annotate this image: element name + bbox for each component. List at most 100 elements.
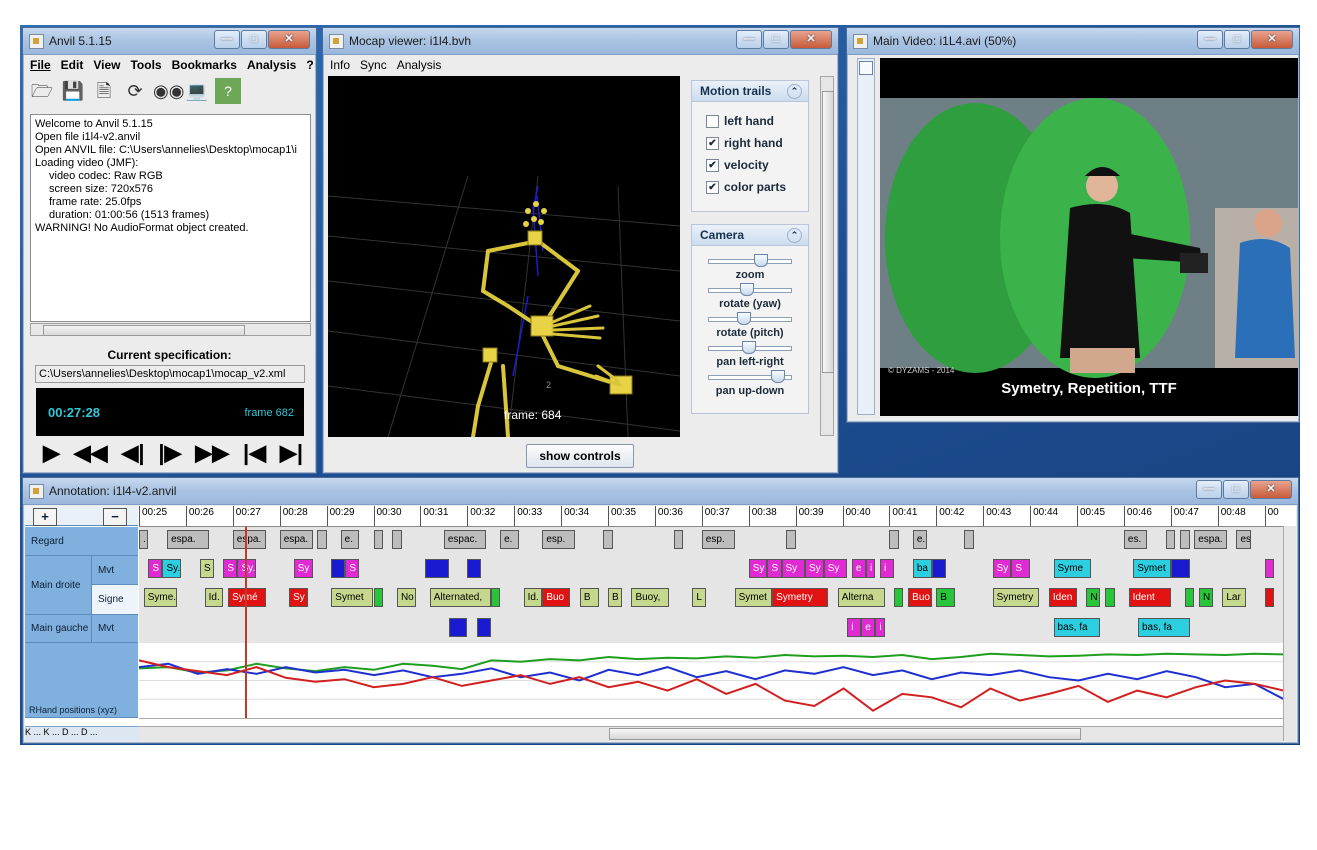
close-button[interactable]: ✕ [790, 30, 832, 49]
close-button[interactable]: ✕ [268, 30, 310, 49]
checkbox-velocity[interactable]: ✔ velocity [692, 154, 808, 176]
step-back-icon[interactable]: ◀| [121, 442, 144, 464]
open-folder-icon[interactable]: 🗁 [29, 78, 55, 104]
menu-analysis[interactable]: Analysis [392, 56, 447, 74]
annotation-element[interactable]: Id. [523, 588, 543, 607]
scroll-thumb[interactable] [609, 728, 1081, 740]
scroll-thumb[interactable] [822, 91, 834, 373]
annotation-element[interactable] [476, 618, 491, 637]
track-label-mvt[interactable]: Mvt [91, 556, 138, 585]
annotation-element[interactable]: espa. [279, 530, 313, 549]
mocap-3d-scene[interactable]: 2 frame: 684 [328, 76, 680, 437]
slider-thumb[interactable] [859, 61, 873, 75]
menu-help[interactable]: ? [301, 56, 318, 74]
annotation-element[interactable]: espa. [167, 530, 210, 549]
annotation-element[interactable]: N [1086, 588, 1101, 607]
annotation-element[interactable] [603, 530, 613, 549]
annotation-element[interactable]: i [880, 559, 895, 578]
annotation-element[interactable]: Buo [908, 588, 932, 607]
video-position-slider[interactable] [857, 58, 875, 415]
slider-rotate-yaw-[interactable] [708, 283, 792, 297]
annotation-element[interactable]: Iden [1048, 588, 1077, 607]
annotation-element[interactable]: Symet [1133, 559, 1171, 578]
motion-trails-header[interactable]: Motion trails ⌃ [692, 81, 808, 102]
menu-edit[interactable]: Edit [56, 56, 89, 74]
annotation-element[interactable]: Buoy, [631, 588, 669, 607]
annotation-element[interactable]: Ident [1128, 588, 1171, 607]
new-document-icon[interactable]: 🗎 [91, 78, 117, 104]
annotation-element[interactable]: S [345, 559, 360, 578]
annotation-element[interactable]: Sy [293, 559, 313, 578]
slider-pan-up-down[interactable] [708, 370, 792, 384]
help-icon[interactable]: ? [215, 78, 241, 104]
track-group-main-gauche[interactable]: Main gauche [25, 615, 91, 643]
annotation-element[interactable]: es [1236, 530, 1251, 549]
skip-start-icon[interactable]: |◀ [243, 442, 266, 464]
slider-thumb[interactable] [754, 254, 769, 267]
monitor-icon[interactable]: 💻 [184, 78, 210, 104]
show-controls-button[interactable]: show controls [526, 444, 634, 468]
annotation-element[interactable]: esp. [542, 530, 576, 549]
maximize-button[interactable]: □ [1223, 480, 1249, 499]
zoom-out-button[interactable]: − [103, 508, 127, 526]
annotation-element[interactable]: Sy [804, 559, 824, 578]
annotation-element[interactable]: e [851, 559, 866, 578]
minimize-button[interactable]: — [1196, 480, 1222, 499]
checkbox-box[interactable]: ✔ [706, 158, 719, 172]
scroll-thumb[interactable] [43, 325, 245, 336]
annotation-element[interactable]: Alternated, [429, 588, 491, 607]
playhead-cursor[interactable] [244, 527, 247, 718]
annotation-element[interactable]: espa. [1194, 530, 1228, 549]
annotation-titlebar[interactable]: Annotation: i1l4-v2.anvil — □ ✕ [23, 478, 1298, 505]
annotation-element[interactable]: i [847, 618, 862, 637]
collapse-chevron-icon[interactable]: ⌃ [787, 228, 802, 243]
slider-thumb[interactable] [739, 283, 754, 296]
annotation-element[interactable]: B [608, 588, 623, 607]
time-ruler[interactable]: 00:25 00:26 00:27 00:28 00:29 00:30 00:31 00:32… [139, 506, 1284, 527]
annotation-element[interactable] [1180, 530, 1190, 549]
annotation-element[interactable]: S [223, 559, 238, 578]
annotation-element[interactable]: e. [340, 530, 360, 549]
annotation-element[interactable]: Syme [1053, 559, 1092, 578]
annotation-element[interactable]: e. [500, 530, 519, 549]
annotation-element[interactable]: . [139, 530, 149, 549]
track-label-signe[interactable]: Signe [91, 585, 138, 615]
annotation-element[interactable]: ba [912, 559, 932, 578]
menu-sync[interactable]: Sync [355, 56, 392, 74]
annotation-element[interactable]: Syme.. [143, 588, 177, 607]
track-label-mvt-left[interactable]: Mvt [91, 615, 138, 643]
video-frame[interactable]: © DYZAMS - 2014 Symetry, Repetition, TTF [880, 58, 1298, 416]
annotation-element[interactable] [490, 588, 501, 607]
track-signe[interactable]: Syme..Id.SyméSySymetNoAlternated,Id.BuoB… [139, 585, 1284, 616]
checkbox-left-hand[interactable]: left hand [692, 110, 808, 132]
annotation-element[interactable]: espac. [443, 530, 487, 549]
slider-rotate-pitch-[interactable] [708, 312, 792, 326]
mocap-titlebar[interactable]: Mocap viewer: i1l4.bvh — □ ✕ [323, 28, 838, 55]
checkbox-box[interactable]: ✔ [706, 136, 719, 150]
log-output[interactable]: Welcome to Anvil 5.1.15 Open file i1l4-v2… [30, 114, 311, 322]
slider-zoom[interactable] [708, 254, 792, 268]
annotation-element[interactable] [1264, 559, 1274, 578]
track-label-regard[interactable]: Regard [25, 527, 138, 556]
annotation-element[interactable]: Symet [734, 588, 773, 607]
anvil-titlebar[interactable]: Anvil 5.1.15 — □ ✕ [23, 28, 316, 55]
annotation-vertical-scrollbar[interactable] [1283, 526, 1296, 741]
camera-header[interactable]: Camera ⌃ [692, 225, 808, 246]
annotation-element[interactable] [1166, 530, 1176, 549]
slider-thumb[interactable] [742, 341, 757, 354]
annotation-element[interactable]: Sy. [162, 559, 182, 578]
binoculars-icon[interactable]: ◉◉ [153, 78, 184, 104]
menu-view[interactable]: View [88, 56, 125, 74]
annotation-element[interactable] [889, 530, 899, 549]
annotation-element[interactable] [331, 559, 346, 578]
checkbox-right-hand[interactable]: ✔ right hand [692, 132, 808, 154]
annotation-element[interactable] [1170, 559, 1190, 578]
maximize-button[interactable]: □ [763, 30, 789, 49]
video-titlebar[interactable]: Main Video: i1L4.avi (50%) — □ ✕ [847, 28, 1299, 55]
menu-file[interactable]: File [25, 56, 56, 74]
annotation-element[interactable]: Sy. [237, 559, 257, 578]
annotation-element[interactable]: B [579, 588, 599, 607]
navigation-buttons[interactable]: K ... K ... D ... D ... [25, 726, 139, 741]
annotation-horizontal-scrollbar[interactable] [139, 726, 1284, 741]
slider-pan-left-right[interactable] [708, 341, 792, 355]
